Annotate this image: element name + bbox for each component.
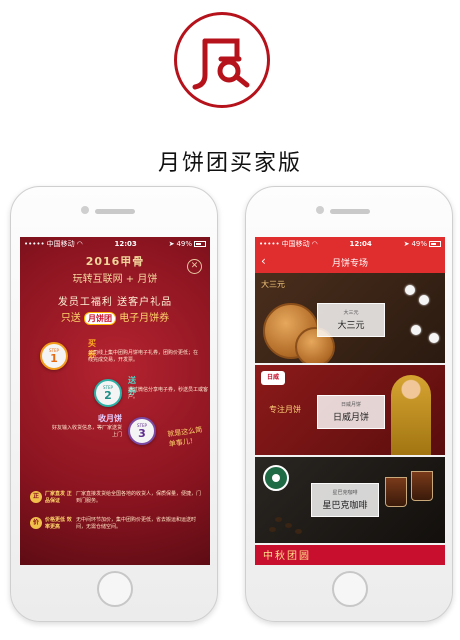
coffee-bean	[285, 523, 292, 528]
feature-title: 价格更低 效率更高	[45, 517, 72, 530]
home-button[interactable]	[97, 571, 133, 607]
app-title: 月饼团买家版	[157, 151, 302, 176]
card-title: 大三元	[337, 321, 365, 331]
card-title: 日威月饼	[332, 413, 369, 423]
slogan: 就是这么简单事儿！	[166, 425, 203, 449]
step-3: STEP 3 收月饼 好友输入收货信息，等厂家送货上门	[52, 414, 156, 445]
battery-status: ➤ 49%	[169, 240, 206, 248]
coffee-cup-image	[385, 477, 407, 507]
wifi-icon: ◠	[311, 240, 318, 248]
flower-decoration	[411, 325, 421, 335]
speaker	[330, 209, 370, 214]
banner-line2: 只送 月饼团 电子月饼券	[60, 312, 170, 325]
card-side-text: 专注月饼	[269, 405, 301, 414]
status-time: 12:03	[114, 240, 137, 248]
coffee-bean	[269, 527, 276, 532]
nav-title: 月饼专场	[331, 258, 368, 269]
status-bar: ••••• 中国移动 ◠ 12:03 ➤ 49%	[20, 237, 210, 251]
feature-badge-icon: 正	[30, 491, 42, 503]
camera-icon	[81, 206, 89, 214]
coffee-bean	[275, 517, 282, 522]
card-title: 星巴克咖啡	[322, 501, 368, 511]
starbucks-logo-icon	[263, 465, 289, 491]
step-3-circle: STEP 3	[128, 417, 156, 445]
feature-title: 厂家直发 正品保证	[45, 491, 72, 504]
status-bar: ••••• 中国移动 ◠ 12:04 ➤ 49%	[255, 237, 445, 251]
carrier: ••••• 中国移动 ◠	[24, 240, 83, 248]
spokesperson-image	[391, 375, 431, 455]
product-card-riwei[interactable]: 日威 专注月饼 日威月饼 日威月饼	[255, 365, 445, 455]
phone-right: ••••• 中国移动 ◠ 12:04 ➤ 49% ‹ 月饼专场 大三元 大三元 …	[245, 186, 453, 622]
back-arrow-icon[interactable]: ‹	[261, 254, 266, 268]
battery-status: ➤ 49%	[404, 240, 441, 248]
riwei-logo: 日威	[261, 371, 285, 385]
step-1-circle: STEP 1	[40, 342, 68, 370]
card-overlay: 日威月饼 日威月饼	[317, 395, 385, 429]
flower-decoration	[429, 333, 439, 343]
signal-icon: •••••	[24, 240, 45, 248]
brand-badge: 月饼团	[84, 312, 116, 325]
carrier: ••••• 中国移动 ◠	[259, 240, 318, 248]
speaker	[95, 209, 135, 214]
nav-bar: ‹ 月饼专场	[255, 251, 445, 273]
step-3-desc: 好友输入收货信息，等厂家送货上门	[51, 425, 122, 438]
product-card-dasanyuan[interactable]: 大三元 大三元 大三元	[255, 273, 445, 363]
feature-desc: 厂家直接发货给全国各地的收货人，保质保量，便捷，门到门服务。	[76, 491, 202, 504]
step-3-label: 收月饼	[98, 414, 122, 423]
product-card-bottom[interactable]: 中秋团圆	[255, 545, 445, 565]
feature-badge-icon: 价	[30, 517, 42, 529]
screen-mooncake-list: ••••• 中国移动 ◠ 12:04 ➤ 49% ‹ 月饼专场 大三元 大三元 …	[255, 237, 445, 565]
bottom-banner-text: 中秋团圆	[263, 551, 311, 562]
camera-icon	[316, 206, 324, 214]
card-overlay: 星巴克咖啡 星巴克咖啡	[311, 483, 379, 517]
location-icon: ➤	[403, 240, 410, 248]
step-1: STEP 1 买券 公司线上集中团购月饼电子礼券，团购价更低；在线完成交易，开发…	[40, 339, 198, 370]
mooncake-logo-icon	[192, 38, 250, 90]
campaign-title: 玩转互联网 + 月饼	[72, 274, 158, 285]
card-overlay: 大三元 大三元	[317, 303, 385, 337]
wifi-icon: ◠	[76, 240, 83, 248]
close-icon: ✕	[190, 261, 199, 271]
app-logo	[174, 12, 270, 108]
brand-logo: 2016甲骨	[85, 255, 145, 268]
screen-promo: ••••• 中国移动 ◠ 12:03 ➤ 49% 2016甲骨 玩转互联网 + …	[20, 237, 210, 565]
step-2-desc: 通过微信分享电子券，秒送员工或客户。	[128, 387, 209, 400]
step-1-desc: 公司线上集中团购月饼电子礼券，团购价更低；在线完成交易，开发票。	[88, 350, 199, 363]
home-button[interactable]	[332, 571, 368, 607]
promo-header: 2016甲骨 玩转互联网 + 月饼	[20, 253, 210, 285]
battery-icon	[194, 241, 206, 247]
coffee-bean	[295, 529, 302, 534]
close-button[interactable]: ✕	[187, 259, 202, 274]
feature-desc: 无中间环节加价，集中团购价更低，省去搬运和运送时间，无需仓储空间。	[76, 517, 197, 530]
coffee-cup-image	[411, 471, 433, 501]
product-card-starbucks[interactable]: 星巴克咖啡 星巴克咖啡	[255, 457, 445, 543]
flower-decoration	[419, 295, 429, 305]
status-time: 12:04	[349, 240, 372, 248]
location-icon: ➤	[168, 240, 175, 248]
step-2-circle: STEP 2	[94, 379, 122, 407]
phone-left: ••••• 中国移动 ◠ 12:03 ➤ 49% 2016甲骨 玩转互联网 + …	[10, 186, 218, 622]
step-2: STEP 2 送券 通过微信分享电子券，秒送员工或客户。	[94, 376, 208, 407]
battery-icon	[429, 241, 441, 247]
banner-line1: 发员工福利 送客户礼品	[57, 297, 173, 308]
card-brand-tag: 大三元	[261, 280, 285, 289]
signal-icon: •••••	[259, 240, 280, 248]
flower-decoration	[405, 285, 415, 295]
